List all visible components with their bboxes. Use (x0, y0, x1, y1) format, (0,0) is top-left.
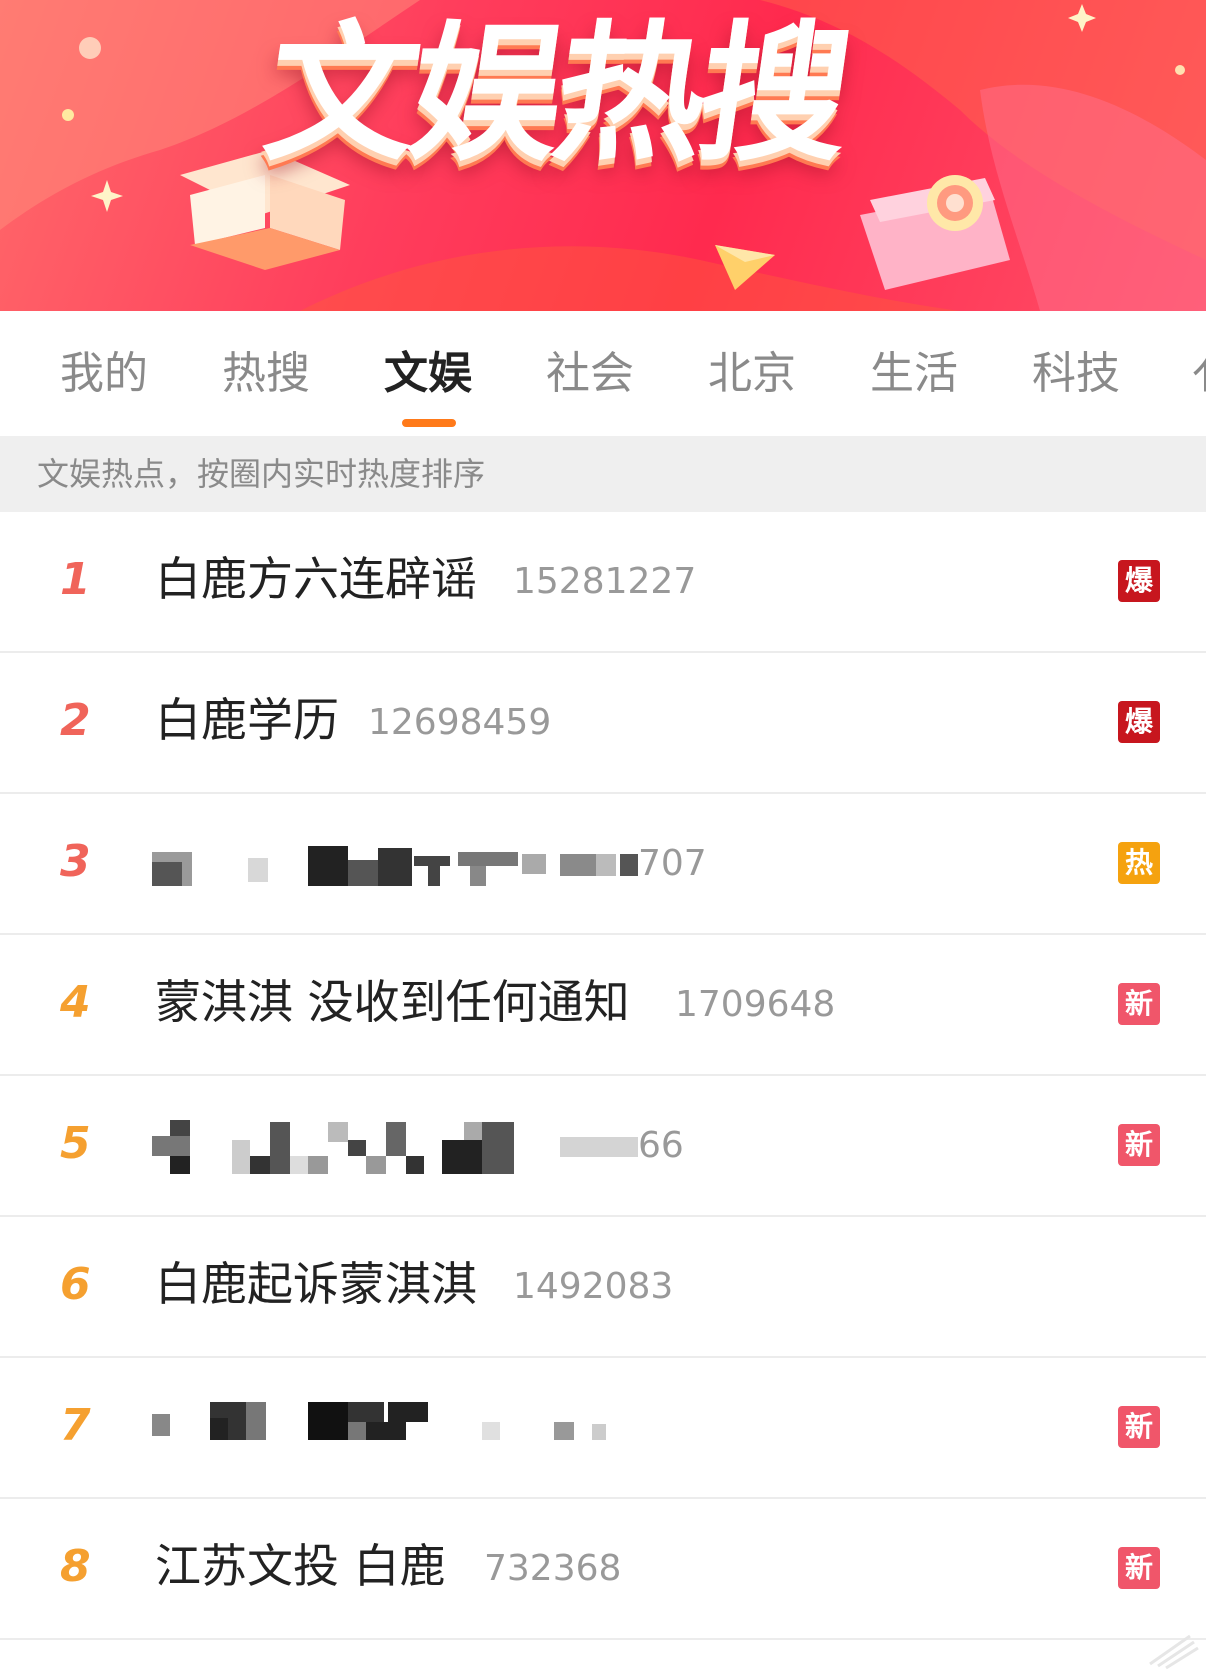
list-item[interactable]: 3 707 热 (0, 794, 1206, 935)
item-title: 白鹿方六连辟谣 (155, 552, 477, 606)
rank-number: 3 (60, 836, 91, 887)
badge-new: 新 (1118, 1124, 1160, 1166)
rank-number: 4 (60, 977, 91, 1028)
list-item[interactable]: 7 新 (0, 1358, 1206, 1499)
banner-title: 文娱热搜 (255, 8, 857, 182)
tab-more-partial[interactable]: 亻 (1192, 344, 1206, 404)
sparkle-icon (91, 180, 123, 212)
item-title: 蒙淇淇 没收到任何通知 (155, 975, 630, 1029)
badge-new: 新 (1118, 1406, 1160, 1448)
badge-hot: 热 (1118, 842, 1160, 884)
list-item[interactable]: 5 66 新 (0, 1076, 1206, 1217)
heat-count: 1492083 (513, 1266, 674, 1307)
notice-text: 文娱热点，按圈内实时热度排序 (37, 455, 486, 493)
list-item[interactable]: 1 白鹿方六连辟谣 15281227 爆 (0, 512, 1206, 653)
banner: 文娱热搜 (0, 0, 1206, 311)
item-title: 白鹿学历 (155, 693, 339, 747)
tab-society[interactable]: 社会 (546, 344, 634, 404)
list-item[interactable]: 4 蒙淇淇 没收到任何通知 1709648 新 (0, 935, 1206, 1076)
item-title: 江苏文投 白鹿 (155, 1539, 446, 1593)
category-tabs: 我的 热搜 文娱 社会 北京 生活 科技 亻 (0, 311, 1206, 436)
notice-bar: 文娱热点，按圈内实时热度排序 (0, 436, 1206, 512)
heat-count-blurred: 707 (560, 840, 707, 888)
blurred-title (152, 838, 552, 894)
rank-number: 5 (60, 1118, 91, 1169)
hot-search-page: 文娱热搜 我的 热搜 文娱 社会 北京 生活 科技 亻 文娱热点，按圈内实时热度… (0, 0, 1206, 1677)
heat-count-blurred: 66 (560, 1122, 684, 1170)
tab-entertainment[interactable]: 文娱 (384, 344, 472, 404)
heat-count: 732368 (484, 1548, 622, 1589)
watermark-icon (1149, 1634, 1199, 1670)
camera-icon (860, 175, 1010, 290)
tab-mine[interactable]: 我的 (60, 344, 148, 404)
rank-number: 6 (60, 1259, 91, 1310)
badge-explode: 爆 (1118, 701, 1160, 743)
rank-number: 1 (60, 554, 91, 605)
blurred-title (152, 1120, 552, 1176)
tab-beijing[interactable]: 北京 (708, 344, 796, 404)
tab-life[interactable]: 生活 (870, 344, 958, 404)
heat-count-partial: 66 (638, 1125, 684, 1166)
heat-count: 1709648 (675, 984, 836, 1025)
active-tab-indicator (402, 419, 456, 427)
list-item[interactable]: 8 江苏文投 白鹿 732368 新 (0, 1499, 1206, 1640)
rank-number: 8 (60, 1541, 91, 1592)
badge-new: 新 (1118, 1547, 1160, 1589)
rank-number: 7 (60, 1400, 91, 1451)
item-title: 白鹿起诉蒙淇淇 (155, 1257, 477, 1311)
badge-new: 新 (1118, 983, 1160, 1025)
badge-explode: 爆 (1118, 560, 1160, 602)
heat-count-partial: 707 (638, 843, 707, 884)
tab-tech[interactable]: 科技 (1032, 344, 1120, 404)
heat-count: 15281227 (513, 561, 697, 602)
blurred-title (152, 1402, 632, 1458)
list-item[interactable]: 2 白鹿学历 12698459 爆 (0, 653, 1206, 794)
rank-number: 2 (60, 695, 91, 746)
heat-count: 12698459 (368, 702, 552, 743)
list-item[interactable]: 6 白鹿起诉蒙淇淇 1492083 (0, 1217, 1206, 1358)
tab-hot-search[interactable]: 热搜 (222, 344, 310, 404)
